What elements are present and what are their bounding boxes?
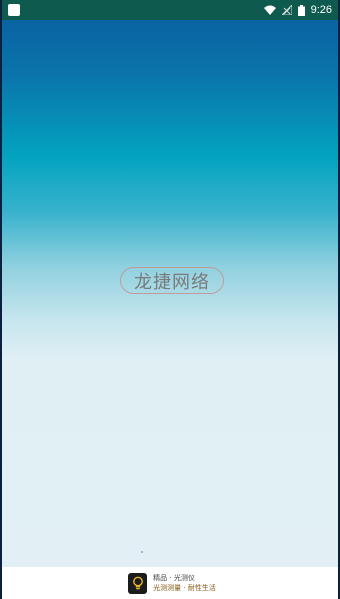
wifi-icon bbox=[263, 5, 276, 15]
footer-title: 精品 · 光测仪 bbox=[153, 574, 195, 582]
app-logo bbox=[128, 572, 148, 594]
battery-icon bbox=[297, 4, 305, 16]
footer-subtitle: 光测测量 · 耐性生活 bbox=[153, 584, 216, 592]
notification-square-icon bbox=[8, 4, 20, 16]
footer-text: 精品 · 光测仪 光测测量 · 耐性生活 bbox=[153, 573, 216, 593]
no-signal-icon bbox=[281, 5, 292, 15]
status-time: 9:26 bbox=[310, 4, 332, 16]
splash-screen: 9:26 龙捷网络 精品 · 光测仪 光测测量 · 耐性生活 bbox=[0, 0, 340, 599]
brand-text: 龙捷网络 bbox=[134, 271, 210, 293]
status-bar: 9:26 bbox=[2, 0, 338, 20]
lightbulb-icon bbox=[132, 576, 143, 589]
brand-badge: 龙捷网络 bbox=[120, 267, 224, 294]
status-icons: 9:26 bbox=[263, 4, 332, 16]
decorative-dot bbox=[141, 551, 143, 553]
footer-banner: 精品 · 光测仪 光测测量 · 耐性生活 bbox=[2, 567, 338, 599]
footer-content: 精品 · 光测仪 光测测量 · 耐性生活 bbox=[128, 572, 216, 594]
